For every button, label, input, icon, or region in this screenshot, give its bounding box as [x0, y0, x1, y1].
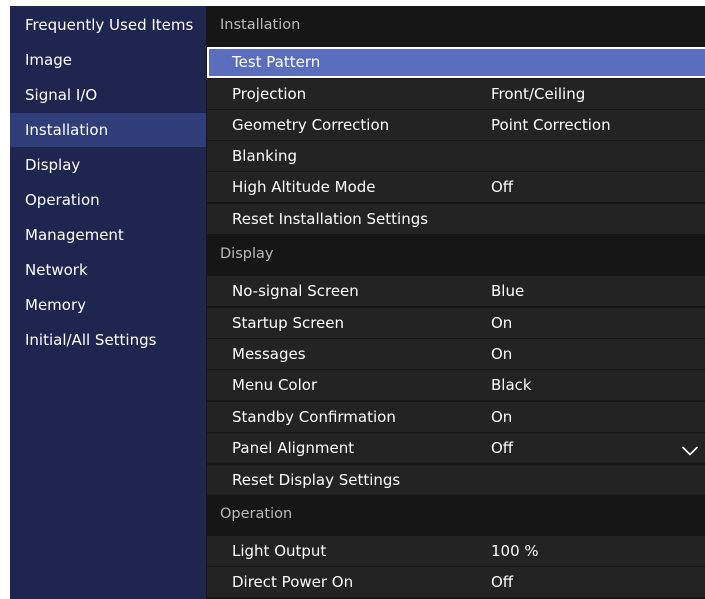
menu-row-projection[interactable]: Projection Front/Ceiling [207, 79, 705, 110]
chevron-down-icon[interactable] [682, 446, 698, 456]
row-value: Black [491, 376, 532, 394]
menu-row-messages[interactable]: Messages On [207, 339, 705, 370]
row-label: High Altitude Mode [232, 178, 376, 196]
menu-row-reset-installation-settings[interactable]: Reset Installation Settings [207, 204, 705, 235]
menu-row-reset-display-settings[interactable]: Reset Display Settings [207, 465, 705, 496]
row-label: Direct Power On [232, 573, 354, 591]
section-header-display: Display [220, 246, 274, 262]
row-label: Geometry Correction [232, 116, 390, 134]
menu-row-standby-confirmation[interactable]: Standby Confirmation On [207, 402, 705, 433]
menu-row-high-altitude-mode[interactable]: High Altitude Mode Off [207, 172, 705, 203]
menu-row-startup-screen[interactable]: Startup Screen On [207, 308, 705, 339]
sidebar: Frequently Used Items Image Signal I/O I… [10, 6, 206, 599]
row-value: On [491, 345, 513, 363]
row-label: Startup Screen [232, 314, 345, 332]
row-value: Off [491, 439, 514, 457]
row-value: On [491, 408, 513, 426]
row-label: Panel Alignment [232, 439, 355, 457]
settings-panel: Installation Test Pattern Projection Fro… [207, 6, 705, 599]
menu-row-panel-alignment[interactable]: Panel Alignment Off [207, 433, 705, 464]
row-label: No-signal Screen [232, 282, 359, 300]
menu-row-direct-power-on[interactable]: Direct Power On Off [207, 567, 705, 598]
row-value: Point Correction [491, 116, 611, 134]
row-label: Test Pattern [232, 53, 321, 71]
row-value: Front/Ceiling [491, 85, 586, 103]
sidebar-item-management[interactable]: Management [10, 218, 206, 252]
sidebar-item-initial-all-settings[interactable]: Initial/All Settings [10, 323, 206, 357]
sidebar-item-frequently-used-items[interactable]: Frequently Used Items [10, 8, 206, 42]
sidebar-item-network[interactable]: Network [10, 253, 206, 287]
row-value: 100 % [491, 542, 539, 560]
row-label: Projection [232, 85, 307, 103]
sidebar-item-memory[interactable]: Memory [10, 288, 206, 322]
menu-row-no-signal-screen[interactable]: No-signal Screen Blue [207, 276, 705, 307]
row-label: Reset Installation Settings [232, 210, 429, 228]
menu-row-test-pattern[interactable]: Test Pattern [207, 47, 705, 78]
sidebar-item-display[interactable]: Display [10, 148, 206, 182]
sidebar-item-signal-io[interactable]: Signal I/O [10, 78, 206, 112]
menu-row-blanking[interactable]: Blanking [207, 141, 705, 172]
row-value: Off [491, 178, 514, 196]
menu-row-geometry-correction[interactable]: Geometry Correction Point Correction [207, 110, 705, 141]
menu-row-light-output[interactable]: Light Output 100 % [207, 536, 705, 567]
menu-row-menu-color[interactable]: Menu Color Black [207, 370, 705, 401]
section-header-operation: Operation [220, 506, 293, 522]
row-label: Reset Display Settings [232, 471, 401, 489]
section-header-installation: Installation [220, 17, 301, 33]
row-value: Blue [491, 282, 525, 300]
row-value: Off [491, 573, 514, 591]
row-label: Menu Color [232, 376, 318, 394]
row-label: Messages [232, 345, 306, 363]
row-label: Light Output [232, 542, 327, 560]
row-label: Blanking [232, 147, 298, 165]
projector-menu-screen: Frequently Used Items Image Signal I/O I… [10, 6, 705, 599]
sidebar-item-installation[interactable]: Installation [10, 113, 206, 147]
row-value: On [491, 314, 513, 332]
sidebar-item-operation[interactable]: Operation [10, 183, 206, 217]
row-label: Standby Confirmation [232, 408, 396, 426]
sidebar-item-image[interactable]: Image [10, 43, 206, 77]
